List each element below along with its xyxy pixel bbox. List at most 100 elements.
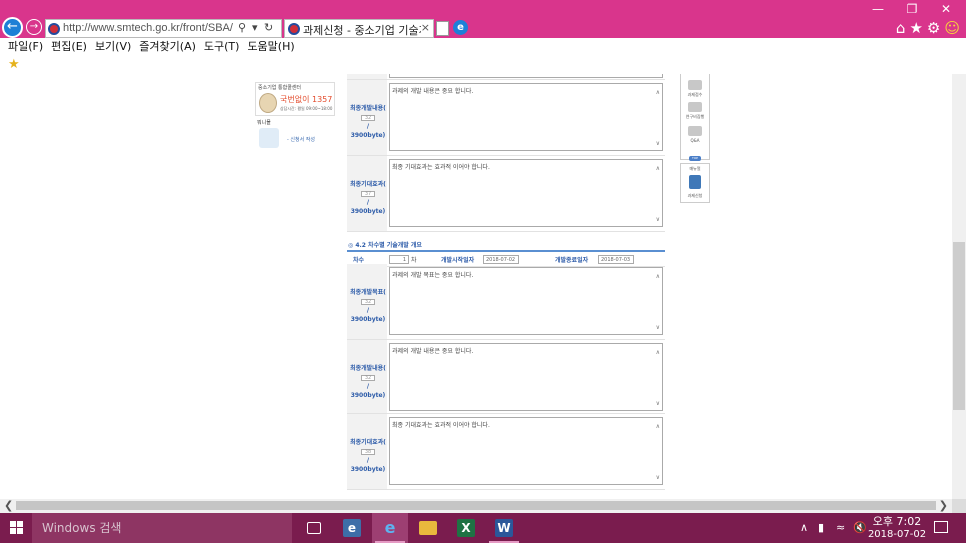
section-title: ◎ 4.2 차수별 기술개발 개요 — [348, 242, 422, 249]
end-date-input[interactable]: 2018-07-03 — [598, 255, 634, 264]
show-hidden-icons[interactable]: ∧ — [800, 521, 808, 534]
top-button[interactable]: TOP — [689, 156, 701, 161]
taskbar-ie[interactable]: e — [372, 513, 408, 543]
volume-muted-icon[interactable]: 🔇 — [853, 521, 867, 534]
scroll-down-icon[interactable]: ∨ — [656, 216, 660, 223]
taskbar-clock[interactable]: 오후 7:02 2018-07-02 — [866, 515, 928, 541]
taskbar-excel[interactable]: X — [448, 513, 484, 543]
quick-menu: 과제접수 연구비집행 Q&A — [680, 74, 710, 160]
tab-close-icon[interactable]: × — [421, 21, 430, 34]
callcenter-hours: 상담시간: 평일 09:00~18:00 — [280, 106, 333, 111]
add-favorite-icon[interactable]: ★ — [8, 57, 20, 72]
forward-button[interactable]: → — [26, 19, 42, 35]
taskbar-store[interactable]: e — [334, 513, 370, 543]
clock-date: 2018-07-02 — [867, 529, 927, 540]
side-banner-link[interactable]: - 신청서 작성 — [287, 136, 315, 143]
scroll-right-icon[interactable]: ❯ — [939, 499, 948, 512]
manual-item[interactable]: 과제신청 — [681, 193, 709, 199]
home-icon[interactable]: ⌂ — [896, 19, 906, 37]
battery-icon[interactable]: ▮ — [818, 521, 824, 534]
qna-icon[interactable] — [688, 126, 702, 136]
scroll-down-icon[interactable]: ∨ — [656, 140, 660, 147]
expected-effect-textarea[interactable]: 최종 기대효과는 효과적 이어야 합니다. ∧ ∨ — [389, 159, 663, 227]
gear-icon[interactable]: ⚙ — [927, 19, 940, 37]
scroll-up-icon[interactable]: ∧ — [656, 423, 660, 430]
close-window-button[interactable]: ✕ — [936, 2, 956, 16]
dev-goal-label: 최종개발목표(32/ 3900byte) — [350, 289, 386, 323]
web-page: 중소기업 통합콜센터 국번없이 1357 상담시간: 평일 09:00~18:0… — [0, 74, 952, 499]
quick-menu-item[interactable]: 연구비집행 — [681, 114, 709, 120]
address-bar[interactable]: http://www.smtech.go.kr/front/SBA/SA/Sbj… — [45, 19, 282, 38]
manual-menu: 매뉴얼 과제신청 — [680, 163, 710, 203]
form-row-label: 최종개발내용(32/ 3900byte) — [347, 340, 387, 413]
task-view-button[interactable] — [296, 513, 332, 543]
store-icon: e — [343, 519, 361, 537]
vertical-scrollbar[interactable] — [952, 74, 966, 499]
dev-content-label: 최종개발내용(32/ 3900byte) — [350, 365, 386, 399]
scroll-up-icon[interactable]: ∧ — [656, 89, 660, 96]
dev-content-label: 최종개발내용(32/ 3900byte) — [350, 105, 386, 139]
apply-icon[interactable] — [688, 80, 702, 90]
chasu-input[interactable]: 1 — [389, 255, 409, 264]
form-row-dev-content: 최종개발내용(32/ 3900byte) 과제의 개발 내용은 중요 합니다. … — [347, 80, 665, 156]
scroll-down-icon[interactable]: ∨ — [656, 324, 660, 331]
dropdown-icon[interactable]: ▾ — [252, 21, 258, 34]
windows-start-icon[interactable] — [10, 521, 24, 535]
dev-content-textarea[interactable]: 과제의 개발 내용은 중요 합니다. ∧ ∨ — [389, 83, 663, 151]
refresh-icon[interactable]: ↻ — [264, 21, 273, 34]
favorites-star-icon[interactable]: ★ — [909, 19, 922, 37]
scroll-up-icon[interactable]: ∧ — [656, 349, 660, 356]
textarea-partial[interactable] — [389, 74, 663, 78]
quick-menu-item[interactable]: Q&A — [681, 138, 709, 143]
search-icon[interactable]: ⚲ — [238, 21, 246, 34]
wifi-icon[interactable]: ≈ — [836, 521, 845, 534]
new-tab-button[interactable] — [436, 21, 449, 36]
side-banner[interactable]: 뭐니몰 - 신청서 작성 — [255, 118, 335, 152]
back-button[interactable]: ← — [2, 17, 23, 38]
favorites-bar: ★ — [0, 56, 966, 74]
taskbar-word[interactable]: W — [486, 513, 522, 543]
scroll-down-icon[interactable]: ∨ — [656, 400, 660, 407]
menu-tools[interactable]: 도구(T) — [204, 38, 240, 56]
notifications-icon[interactable] — [934, 521, 948, 533]
expected-effect-label: 최종기대효과(37/ 3900byte) — [350, 181, 386, 215]
taskbar-explorer[interactable] — [410, 513, 446, 543]
chasu-unit: 차 — [411, 257, 417, 264]
horizontal-scroll-thumb[interactable] — [16, 501, 936, 510]
horizontal-scrollbar[interactable]: ❮ ❯ — [0, 499, 952, 513]
form-row-label: 최종개발내용(32/ 3900byte) — [347, 80, 387, 155]
restore-button[interactable]: ❐ — [902, 2, 922, 16]
ie-icon[interactable]: e — [453, 20, 468, 35]
menu-view[interactable]: 보기(V) — [95, 38, 131, 56]
manual-title: 매뉴얼 — [689, 166, 701, 171]
expected-effect-textarea[interactable]: 최종 기대효과는 효과적 이어야 합니다. ∧ ∨ — [389, 417, 663, 485]
browser-tab[interactable]: 과제신청 - 중소기업 기술개... × — [284, 19, 434, 38]
menu-edit[interactable]: 편집(E) — [51, 38, 87, 56]
windows-search-box[interactable]: Windows 검색 — [32, 513, 292, 543]
form-row-label: 최종기대효과(38/ 3900byte) — [347, 414, 387, 489]
research-fund-icon[interactable] — [688, 102, 702, 112]
dev-content-textarea[interactable]: 과제의 개발 내용은 중요 합니다. ∧ ∨ — [389, 343, 663, 411]
menu-file[interactable]: 파일(F) — [8, 38, 43, 56]
menu-favorites[interactable]: 즐겨찾기(A) — [139, 38, 196, 56]
vertical-scroll-thumb[interactable] — [953, 242, 965, 410]
scroll-left-icon[interactable]: ❮ — [4, 499, 13, 512]
manual-book-icon[interactable] — [689, 175, 701, 189]
scroll-down-icon[interactable]: ∨ — [656, 474, 660, 481]
url-text[interactable]: http://www.smtech.go.kr/front/SBA/SA/Sbj… — [63, 22, 233, 36]
callcenter-banner[interactable]: 중소기업 통합콜센터 국번없이 1357 상담시간: 평일 09:00~18:0… — [255, 82, 335, 116]
byte-count: 32 — [361, 374, 375, 381]
start-date-input[interactable]: 2018-07-02 — [483, 255, 519, 264]
menu-bar: 파일(F) 편집(E) 보기(V) 즐겨찾기(A) 도구(T) 도움말(H) — [0, 38, 966, 56]
minimize-button[interactable]: — — [868, 2, 888, 16]
quick-menu-item[interactable]: 과제접수 — [681, 92, 709, 98]
menu-help[interactable]: 도움말(H) — [247, 38, 294, 56]
callcenter-number: 국번없이 1357 — [280, 95, 333, 104]
scroll-up-icon[interactable]: ∧ — [656, 273, 660, 280]
callcenter-title: 중소기업 통합콜센터 — [258, 85, 301, 91]
form-row-label: 최종개발목표(32/ 3900byte) — [347, 264, 387, 339]
scroll-up-icon[interactable]: ∧ — [656, 165, 660, 172]
dev-goal-textarea[interactable]: 과제의 개발 목표는 중요 합니다. ∧ ∨ — [389, 267, 663, 335]
feedback-smiley-icon[interactable]: ☺ — [944, 19, 960, 37]
excel-icon: X — [457, 519, 475, 537]
